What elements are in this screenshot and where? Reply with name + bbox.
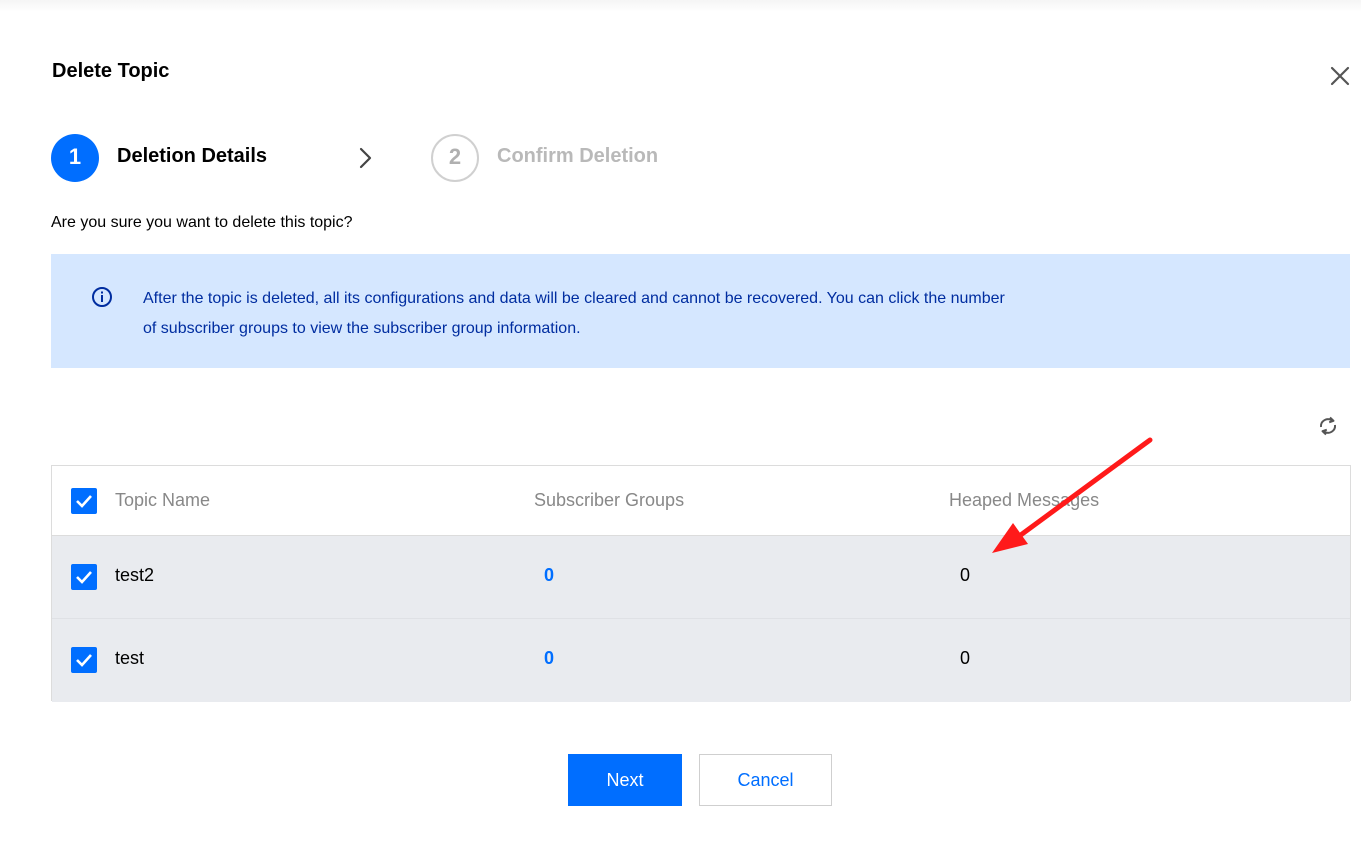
table-header: Topic Name Subscriber Groups Heaped Mess… xyxy=(52,466,1350,536)
next-button[interactable]: Next xyxy=(568,754,682,806)
notice-line-1: After the topic is deleted, all its conf… xyxy=(143,290,1005,307)
info-icon xyxy=(91,286,113,308)
subscriber-groups-link[interactable]: 0 xyxy=(544,565,554,586)
annotation-arrow xyxy=(992,437,1153,553)
table-row: test2 0 0 xyxy=(52,536,1350,619)
notice-banner: After the topic is deleted, all its conf… xyxy=(51,254,1350,368)
chevron-right-icon xyxy=(356,146,376,170)
column-header-topic-name: Topic Name xyxy=(115,490,211,510)
close-icon[interactable] xyxy=(1326,62,1354,90)
delete-topic-dialog: Delete Topic 1 Deletion Details 2 Confir… xyxy=(0,0,1361,843)
topic-name-cell: test2 xyxy=(115,565,155,585)
notice-text: After the topic is deleted, all its conf… xyxy=(143,284,1283,344)
column-header-heaped-messages: Heaped Messages xyxy=(949,490,1100,510)
refresh-icon[interactable] xyxy=(1316,414,1340,438)
select-all-checkbox[interactable] xyxy=(71,488,97,514)
heaped-messages-cell: 0 xyxy=(960,565,971,585)
dialog-title: Delete Topic xyxy=(52,60,170,82)
notice-line-2: of subscriber groups to view the subscri… xyxy=(143,320,581,337)
dialog-top-edge xyxy=(0,0,1361,12)
cancel-button[interactable]: Cancel xyxy=(699,754,832,806)
step-2-label: Confirm Deletion xyxy=(497,145,659,167)
row-checkbox[interactable] xyxy=(71,564,97,590)
subscriber-groups-link[interactable]: 0 xyxy=(544,648,554,669)
step-2-number: 2 xyxy=(431,134,479,182)
heaped-messages-cell: 0 xyxy=(960,648,971,668)
topics-table: Topic Name Subscriber Groups Heaped Mess… xyxy=(51,465,1351,702)
row-checkbox[interactable] xyxy=(71,647,97,673)
column-header-subscriber-groups: Subscriber Groups xyxy=(534,490,685,510)
step-1-number: 1 xyxy=(51,134,99,182)
confirm-question: Are you sure you want to delete this top… xyxy=(51,214,353,231)
table-row: test 0 0 xyxy=(52,619,1350,702)
step-1-label: Deletion Details xyxy=(117,145,268,167)
topic-name-cell: test xyxy=(115,648,145,668)
